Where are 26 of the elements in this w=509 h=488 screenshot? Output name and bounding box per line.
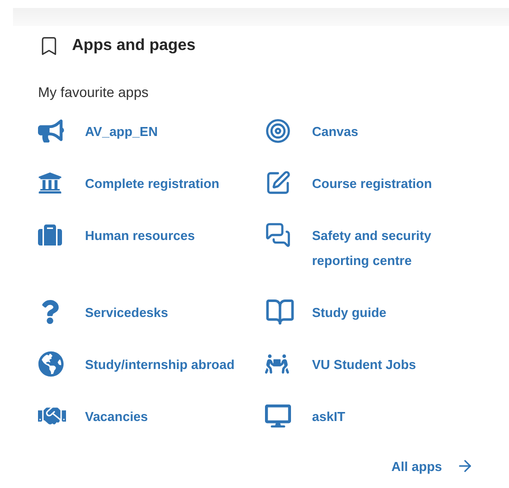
- all-apps-link[interactable]: All apps: [391, 457, 474, 475]
- suitcase-icon: [38, 223, 62, 247]
- panel-title: Apps and pages: [72, 37, 196, 55]
- megaphone-icon: [38, 118, 64, 144]
- target-icon: [265, 118, 291, 144]
- app-link[interactable]: Vacancies: [38, 403, 265, 429]
- app-link[interactable]: Safety and security reporting centre: [265, 222, 465, 273]
- arrow-right-icon: [456, 457, 474, 475]
- app-link[interactable]: AV_app_EN: [38, 118, 265, 144]
- app-link[interactable]: Human resources: [38, 222, 265, 273]
- edit-icon: [265, 170, 291, 196]
- app-link[interactable]: askIT: [265, 403, 465, 429]
- app-link[interactable]: Canvas: [265, 118, 465, 144]
- chat-bubbles-icon: [265, 222, 291, 248]
- monitor-icon: [265, 403, 291, 429]
- app-link[interactable]: Study/internship abroad: [38, 351, 265, 377]
- globe-icon: [38, 351, 64, 377]
- app-link[interactable]: Course registration: [265, 170, 465, 196]
- section-heading: My favourite apps: [38, 83, 150, 102]
- person-carrying-box-icon: [265, 352, 289, 376]
- app-link[interactable]: Servicedesks: [38, 299, 265, 325]
- app-link[interactable]: Complete registration: [38, 170, 265, 196]
- book-icon: [265, 297, 295, 327]
- bank-building-icon: [38, 171, 62, 195]
- app-link[interactable]: Study guide: [265, 299, 465, 325]
- app-link[interactable]: VU Student Jobs: [265, 351, 465, 377]
